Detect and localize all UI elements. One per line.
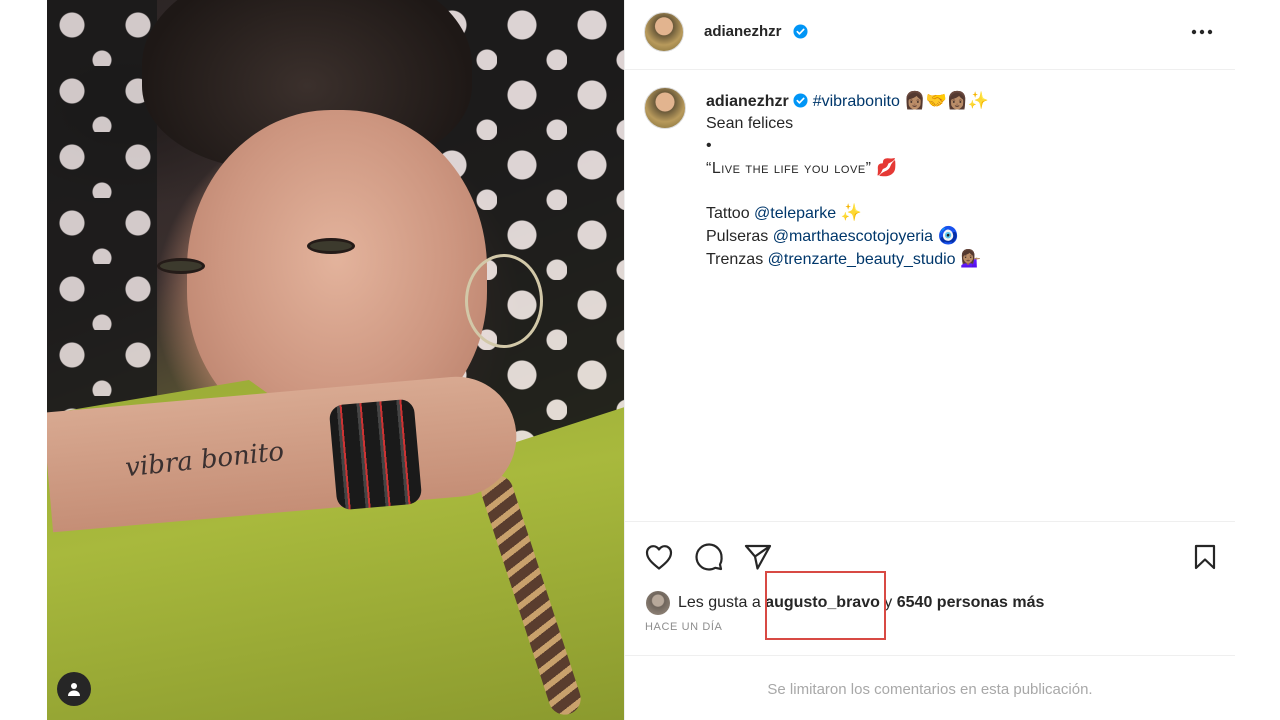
comment-button[interactable]	[692, 540, 726, 574]
author-avatar[interactable]	[644, 12, 684, 52]
tattoo-label: Tattoo	[706, 205, 750, 222]
hashtag-link[interactable]: #vibrabonito	[813, 93, 900, 110]
tattoo-handle-link[interactable]: @teleparke	[754, 205, 836, 222]
caption-tattoo-credit: Tattoo @teleparke ✨	[706, 202, 1206, 225]
caption-bracelets-credit: Pulseras @marthaescotojoyeria 🧿	[706, 225, 1206, 248]
more-options-icon	[1191, 29, 1213, 35]
post-caption: adianezhzr #vibrabonito 👩🏽‍🤝‍👩🏽✨ Sean fe…	[625, 70, 1235, 522]
bookmark-icon	[1194, 544, 1216, 570]
first-liker-avatar[interactable]	[646, 591, 670, 615]
right-eye	[307, 238, 355, 254]
bracelets-emoji: 🧿	[937, 226, 959, 246]
hashtag-emoji: 👩🏽‍🤝‍👩🏽✨	[904, 91, 989, 111]
likes-prefix: Les gusta a	[678, 594, 766, 611]
post-header: adianezhzr	[625, 0, 1235, 70]
comment-icon	[695, 543, 723, 571]
first-liker-username[interactable]: augusto_bravo	[765, 594, 880, 611]
caption-first-line: adianezhzr #vibrabonito 👩🏽‍🤝‍👩🏽✨	[706, 90, 1206, 113]
quote-emoji: 💋	[875, 158, 898, 178]
likes-text: Les gusta a augusto_bravo y 6540 persona…	[678, 594, 1044, 612]
tattoo-emoji: ✨	[840, 203, 862, 223]
caption-quote-line: “Live the life you love” 💋	[706, 157, 1206, 180]
braids-handle-link[interactable]: @trenzarte_beauty_studio	[768, 251, 956, 268]
bracelets-label: Pulseras	[706, 228, 769, 245]
post-photo[interactable]: vibra bonito	[47, 0, 624, 720]
caption-quote: “Live the life you love”	[706, 160, 872, 177]
bracelets-handle-link[interactable]: @marthaescotojoyeria	[773, 228, 933, 245]
share-button[interactable]	[741, 540, 775, 574]
caption-verified-badge-icon	[793, 93, 808, 108]
background-pattern-left	[47, 0, 157, 420]
heart-icon	[645, 545, 673, 570]
post-timestamp[interactable]: Hace un día	[645, 621, 723, 633]
save-button[interactable]	[1188, 540, 1222, 574]
likes-middle: y	[879, 594, 897, 611]
left-eye	[157, 258, 205, 274]
likes-count-link[interactable]: 6540 personas más	[897, 594, 1045, 611]
post-actions-bar	[625, 522, 1235, 592]
caption-author-avatar[interactable]	[644, 87, 686, 129]
braids-label: Trenzas	[706, 251, 764, 268]
more-options-button[interactable]	[1185, 18, 1219, 46]
braids-emoji: 💁🏽‍♀️	[960, 249, 982, 269]
hoop-earring	[465, 254, 543, 348]
bracelets	[328, 398, 423, 511]
user-tag-icon	[68, 683, 80, 696]
caption-bullet: •	[706, 137, 712, 154]
caption-username[interactable]: adianezhzr	[706, 93, 789, 110]
comments-limited-notice: Se limitaron los comentarios en esta pub…	[625, 655, 1235, 720]
verified-badge-icon	[793, 24, 808, 39]
caption-braids-credit: Trenzas @trenzarte_beauty_studio 💁🏽‍♀️	[706, 248, 1206, 271]
caption-line-sean-felices: Sean felices	[706, 115, 794, 132]
author-username[interactable]: adianezhzr	[704, 23, 782, 40]
likes-summary: Les gusta a augusto_bravo y 6540 persona…	[625, 571, 1235, 640]
share-icon	[744, 544, 772, 570]
user-tag-button[interactable]	[57, 672, 91, 706]
like-button[interactable]	[642, 540, 676, 574]
post-details-panel: adianezhzr adianezhzr #vibrabonito 👩🏽‍🤝‍…	[624, 0, 1235, 720]
caption-text: adianezhzr #vibrabonito 👩🏽‍🤝‍👩🏽✨ Sean fe…	[706, 90, 1206, 271]
